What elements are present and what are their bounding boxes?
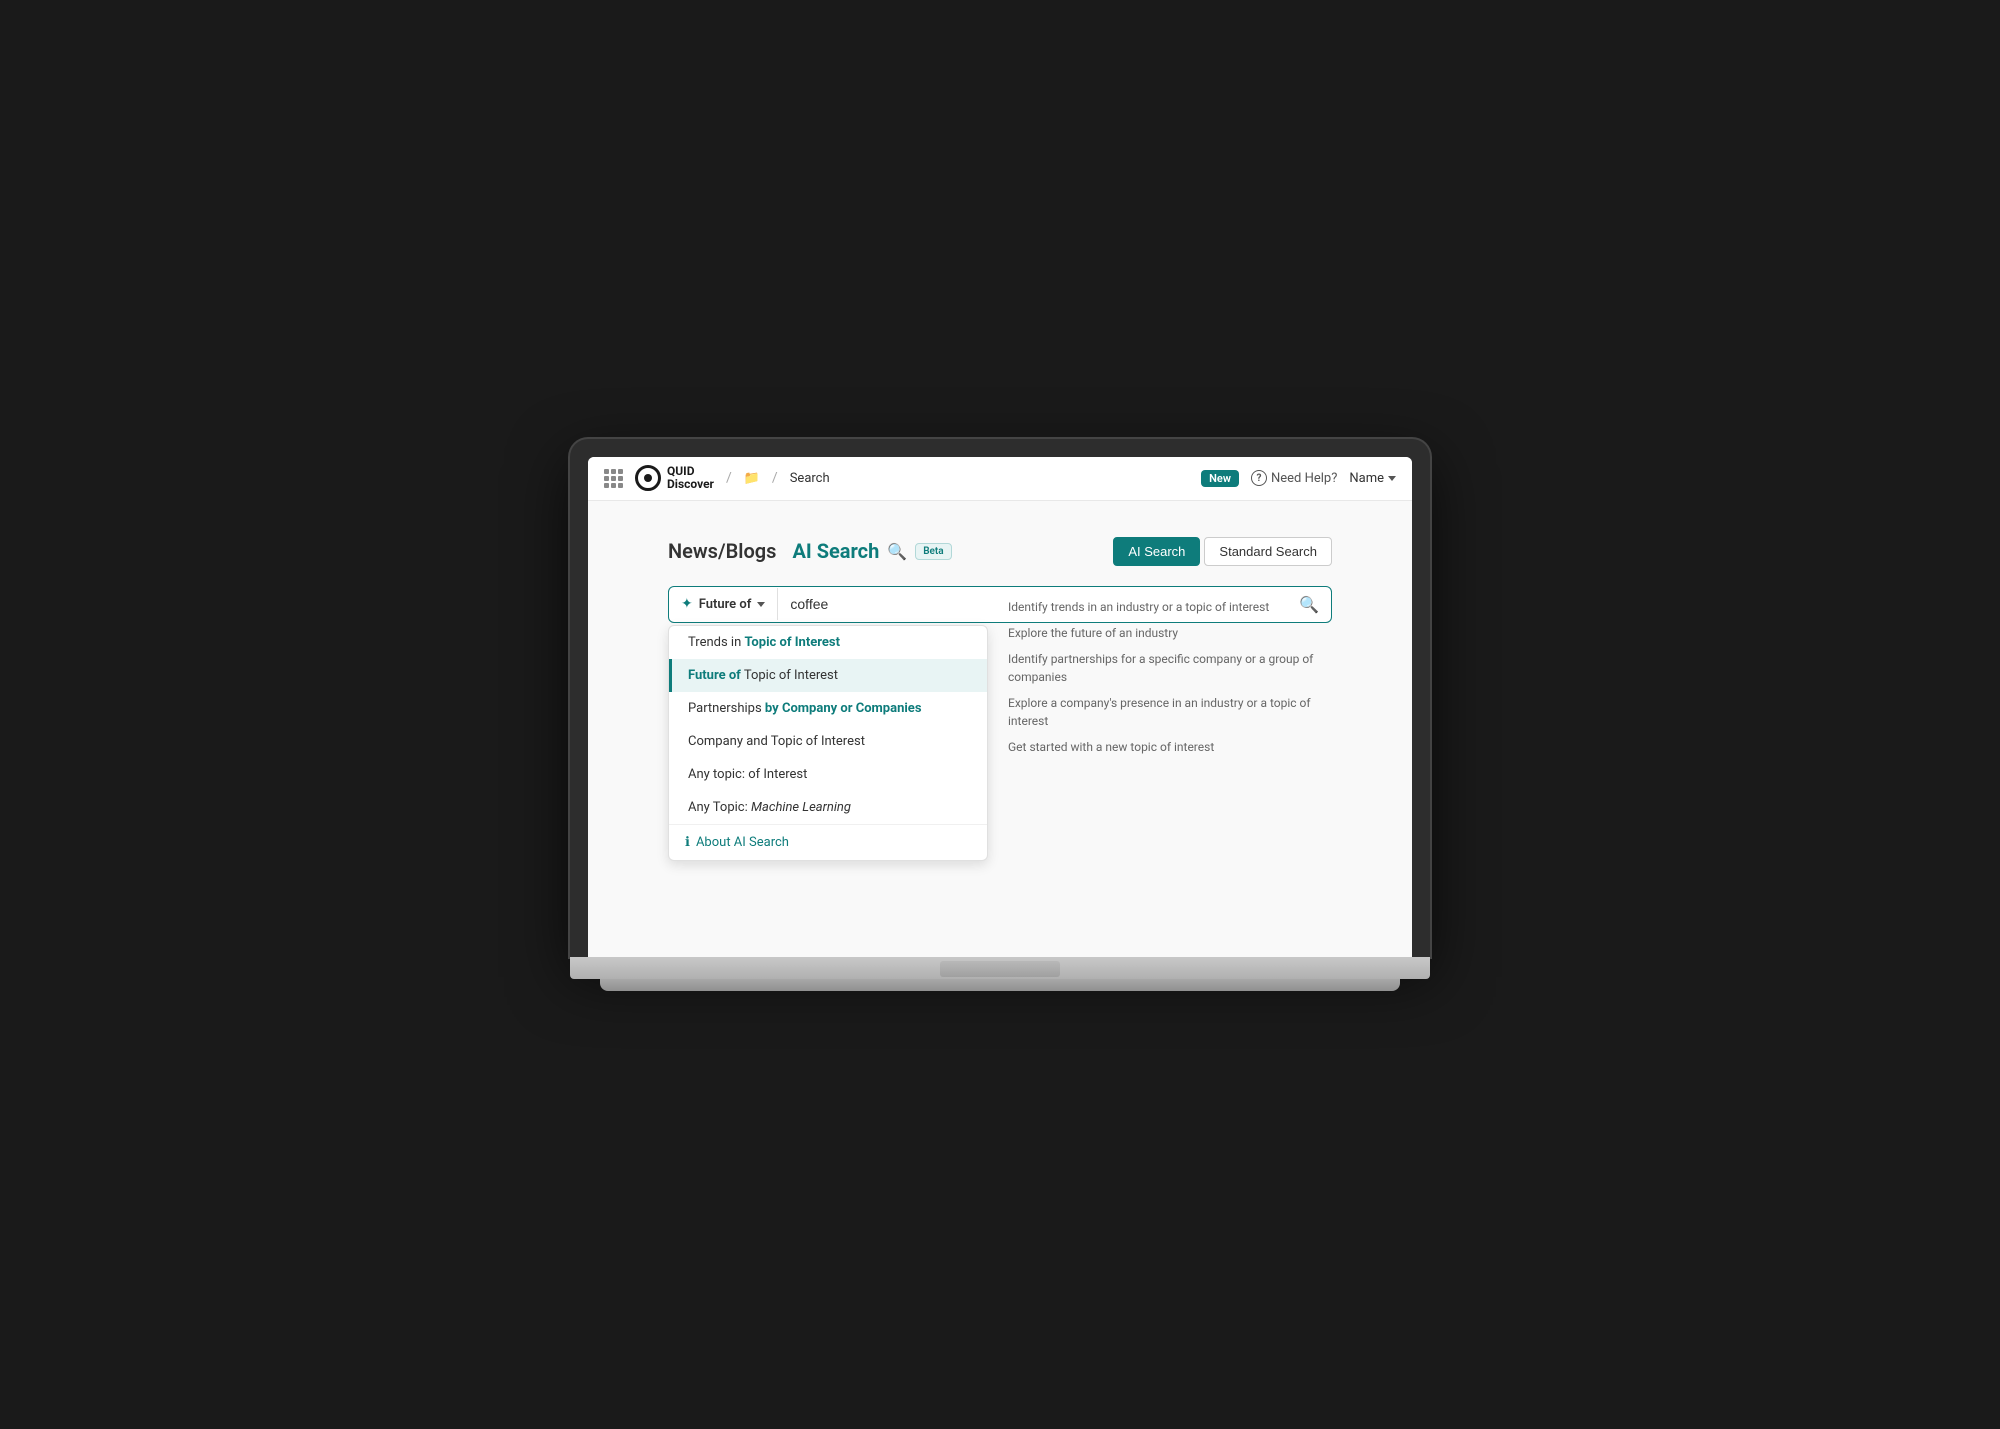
page-title: News/Blogs AI Search 🔍 Beta [668, 539, 952, 563]
hint-5: Get started with a new topic of interest [1008, 734, 1332, 760]
newsblogs-label: News/Blogs [668, 539, 776, 563]
search-type-selector[interactable]: ✦ Future of [669, 588, 778, 620]
main-content: News/Blogs AI Search 🔍 Beta AI Search St… [588, 501, 1412, 957]
logo-circle [635, 465, 661, 491]
hint-3: Identify partnerships for a specific com… [1008, 646, 1332, 690]
trackpad [940, 961, 1060, 977]
hint-1: Identify trends in an industry or a topi… [1008, 594, 1332, 620]
laptop-container: QUIDDiscover / 📁 / Search New ? Need Hel… [570, 439, 1430, 991]
dropdown-item-company[interactable]: Company and Topic of Interest [669, 725, 987, 758]
logo[interactable]: QUIDDiscover [635, 465, 714, 491]
dropdown-item-partnerships[interactable]: Partnerships by Company or Companies [669, 692, 987, 725]
folder-icon[interactable]: 📁 [744, 471, 760, 486]
topbar-right: New ? Need Help? Name [1201, 470, 1396, 487]
laptop-bottom [600, 979, 1400, 991]
page-title-area: News/Blogs AI Search 🔍 Beta AI Search St… [668, 537, 1332, 566]
search-dropdown: Trends in Topic of Interest Future of To… [668, 625, 988, 861]
chevron-down-icon [1388, 476, 1396, 481]
dropdown-footer[interactable]: ℹ About AI Search [669, 825, 987, 860]
name-label: Name [1349, 471, 1384, 486]
about-ai-search[interactable]: About AI Search [696, 835, 789, 850]
dropdown-item-any-topic[interactable]: Any topic: of Interest [669, 758, 987, 791]
ai-label: AI Search [792, 539, 879, 563]
topbar: QUIDDiscover / 📁 / Search New ? Need Hel… [588, 457, 1412, 501]
sparkle-icon: ✦ [681, 596, 693, 612]
name-dropdown[interactable]: Name [1349, 471, 1396, 486]
breadcrumb-sep-1: / [726, 470, 732, 486]
dropdown-item-future[interactable]: Future of Topic of Interest [669, 659, 987, 692]
ai-search-icon: 🔍 [887, 542, 907, 561]
dropdown-item-trends[interactable]: Trends in Topic of Interest [669, 626, 987, 659]
info-icon: ℹ [685, 835, 690, 850]
help-icon: ? [1251, 470, 1267, 486]
new-badge: New [1201, 470, 1239, 487]
grid-icon[interactable] [604, 469, 623, 488]
breadcrumb-search: Search [790, 471, 830, 486]
beta-badge: Beta [915, 543, 951, 560]
hint-4: Explore a company's presence in an indus… [1008, 690, 1332, 734]
hint-2: Explore the future of an industry [1008, 620, 1332, 646]
laptop-base [570, 957, 1430, 979]
breadcrumb-sep-2: / [772, 470, 778, 486]
search-toggle: AI Search Standard Search [1113, 537, 1332, 566]
standard-search-toggle[interactable]: Standard Search [1204, 537, 1332, 566]
logo-text: QUIDDiscover [667, 465, 714, 491]
search-bar-container: ✦ Future of 🔍 Trends in Topic of Intere [668, 586, 1332, 623]
screen: QUIDDiscover / 📁 / Search New ? Need Hel… [588, 457, 1412, 957]
search-type-label: Future of [699, 597, 752, 612]
screen-bezel: QUIDDiscover / 📁 / Search New ? Need Hel… [570, 439, 1430, 957]
help-link[interactable]: ? Need Help? [1251, 470, 1337, 486]
search-hints: Identify trends in an industry or a topi… [1008, 586, 1332, 768]
help-label: Need Help? [1271, 471, 1337, 486]
type-chevron-icon [757, 602, 765, 607]
ai-search-toggle[interactable]: AI Search [1113, 537, 1200, 566]
dropdown-item-any-topic-ml[interactable]: Any Topic: Machine Learning [669, 791, 987, 824]
